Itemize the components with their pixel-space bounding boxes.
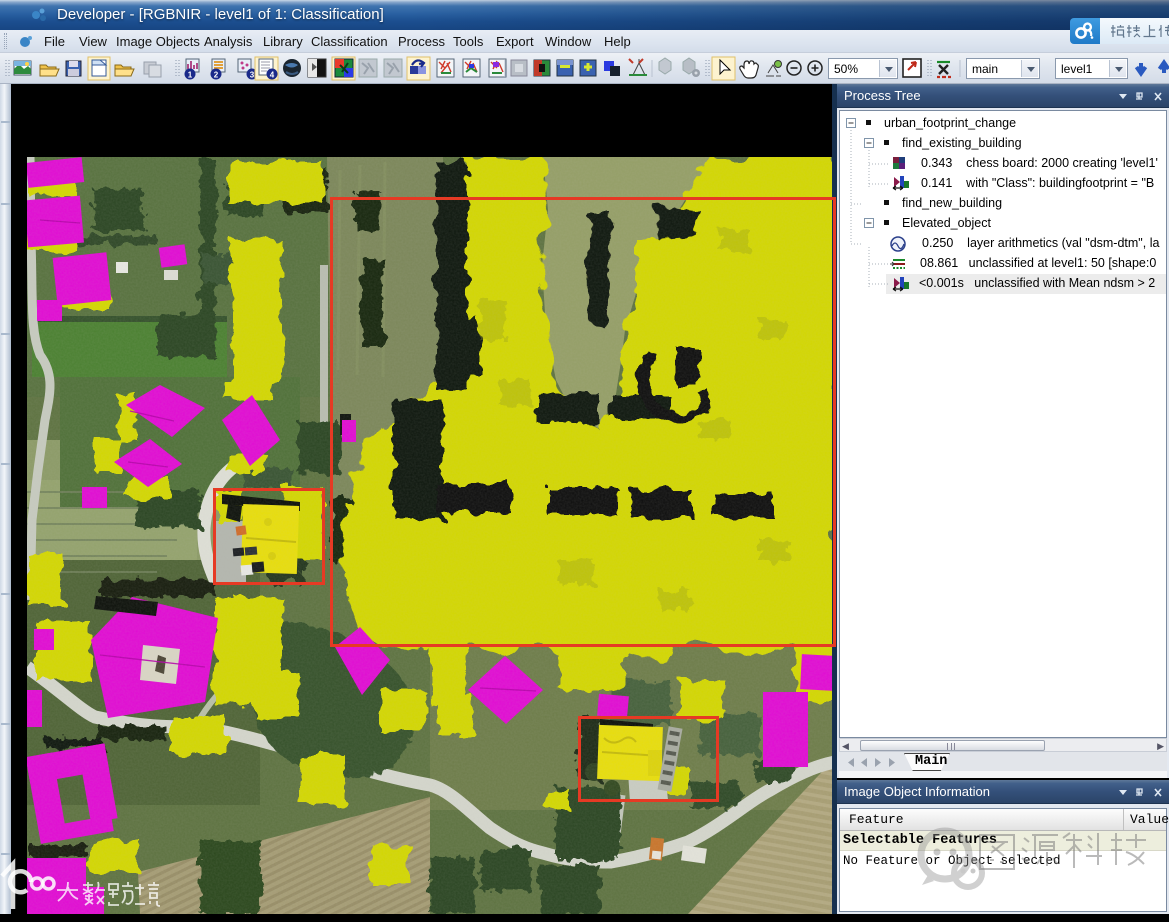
svg-text:4: 4: [270, 71, 275, 80]
svg-text:1: 1: [188, 71, 193, 80]
svg-text:2: 2: [214, 71, 219, 80]
svg-text:3: 3: [250, 71, 255, 80]
